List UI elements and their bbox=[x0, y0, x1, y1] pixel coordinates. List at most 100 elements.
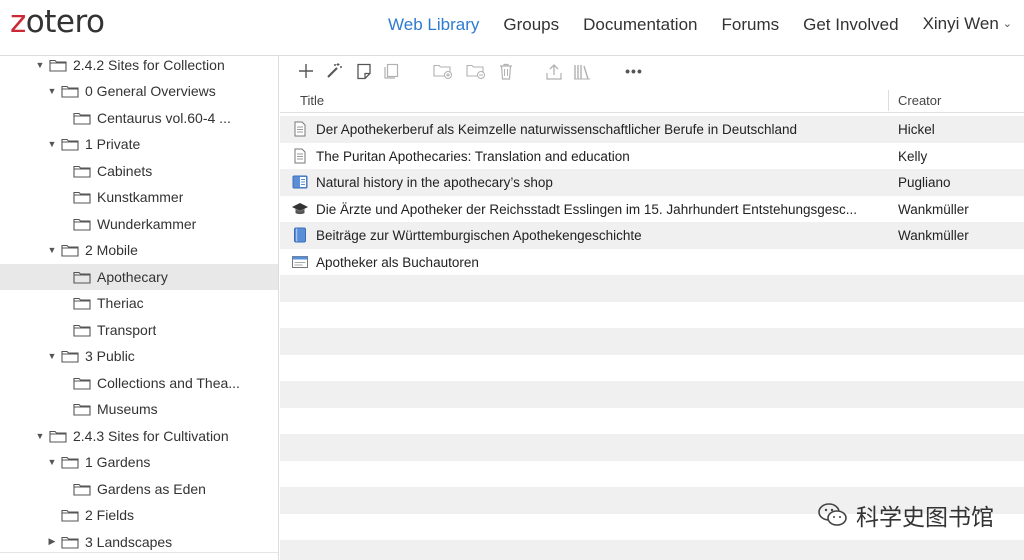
nav-get-involved[interactable]: Get Involved bbox=[803, 15, 898, 35]
item-row[interactable]: Der Apothekerberuf als Keimzelle naturwi… bbox=[280, 116, 1024, 143]
library-bibliography-icon[interactable] bbox=[572, 62, 592, 80]
tree-item-label: Cabinets bbox=[97, 162, 153, 179]
folder-icon bbox=[73, 165, 91, 178]
sidebar-horizontal-scrollbar[interactable] bbox=[0, 552, 278, 560]
folder-icon bbox=[73, 192, 91, 204]
empty-row bbox=[280, 328, 1024, 355]
folder-icon bbox=[73, 112, 91, 125]
add-by-identifier-wand-icon[interactable] bbox=[324, 62, 344, 80]
user-menu[interactable]: Xinyi Wen ⌄ bbox=[923, 14, 1012, 36]
item-row[interactable]: The Puritan Apothecaries: Translation an… bbox=[280, 143, 1024, 170]
tree-item[interactable]: ▼Museums bbox=[0, 396, 278, 423]
tree-item[interactable]: ▼ 2.4.3 Sites for Cultivation bbox=[0, 423, 278, 450]
column-header: Title Creator bbox=[280, 88, 1024, 113]
chevron-down-icon[interactable]: ▼ bbox=[46, 351, 58, 361]
item-row[interactable]: Die Ärzte und Apotheker der Reichsstadt … bbox=[280, 196, 1024, 223]
nav-documentation[interactable]: Documentation bbox=[583, 15, 697, 35]
wechat-watermark: 科学史图书馆 bbox=[818, 498, 994, 532]
column-creator[interactable]: Creator bbox=[898, 93, 941, 108]
duplicate-item-icon[interactable] bbox=[381, 62, 401, 80]
book-icon bbox=[292, 227, 308, 243]
tree-item[interactable]: ▼2 Fields bbox=[0, 502, 278, 529]
tree-item[interactable]: ▼Gardens as Eden bbox=[0, 476, 278, 503]
more-options-icon[interactable]: ••• bbox=[624, 62, 644, 80]
tree-item[interactable]: ▼ 0 General Overviews bbox=[0, 78, 278, 105]
tree-item[interactable]: ▼ 2 Mobile bbox=[0, 237, 278, 264]
tree-item[interactable]: ▼ 3 Public bbox=[0, 343, 278, 370]
watermark-text: 科学史图书馆 bbox=[856, 505, 994, 531]
tree-item[interactable]: ▼Theriac bbox=[0, 290, 278, 317]
header: zotero Web Library Groups Documentation … bbox=[0, 0, 1024, 56]
folder-icon bbox=[73, 324, 91, 337]
folder-icon bbox=[73, 483, 91, 496]
collection-tree: ▼ 2.4.2 Sites for Collection ▼ 0 General Ov… bbox=[0, 56, 279, 560]
tree-item-label: 1 Gardens bbox=[85, 454, 151, 471]
tree-item-label: Apothecary bbox=[97, 268, 168, 285]
tree-item[interactable]: ▼Transport bbox=[0, 317, 278, 344]
tree-item[interactable]: ▼ 1 Private bbox=[0, 131, 278, 158]
document-icon bbox=[292, 121, 308, 137]
new-item-plus-icon[interactable] bbox=[296, 62, 316, 80]
empty-row bbox=[280, 408, 1024, 435]
chevron-down-icon[interactable]: ▼ bbox=[46, 245, 58, 255]
chevron-down-icon[interactable]: ▼ bbox=[46, 457, 58, 467]
tree-item[interactable]: ▼ 1 Gardens bbox=[0, 449, 278, 476]
export-icon[interactable] bbox=[544, 62, 564, 80]
chevron-down-icon[interactable]: ▼ bbox=[46, 86, 58, 96]
new-note-icon[interactable] bbox=[354, 62, 374, 80]
folder-icon bbox=[61, 536, 79, 549]
folder-icon bbox=[73, 377, 91, 390]
tree-item[interactable]: ▼ 2.4.2 Sites for Collection bbox=[0, 56, 278, 78]
item-row[interactable]: Apotheker als Buchautoren bbox=[280, 249, 1024, 276]
remove-from-collection-icon[interactable] bbox=[466, 62, 486, 80]
empty-row bbox=[280, 540, 1024, 560]
chevron-down-icon[interactable]: ▼ bbox=[46, 139, 58, 149]
folder-icon bbox=[61, 510, 79, 522]
document-icon bbox=[292, 148, 308, 164]
empty-row bbox=[280, 275, 1024, 302]
folder-icon bbox=[61, 86, 79, 98]
nav-forums[interactable]: Forums bbox=[721, 15, 779, 35]
item-title: Natural history in the apothecary’s shop bbox=[316, 175, 553, 190]
trash-icon[interactable] bbox=[496, 62, 516, 80]
tree-item-label: 0 General Overviews bbox=[85, 83, 216, 100]
tree-item-label: 2.4.2 Sites for Collection bbox=[73, 56, 225, 73]
logo-rest: otero bbox=[25, 4, 105, 40]
chevron-down-icon[interactable]: ▼ bbox=[34, 431, 46, 441]
chevron-right-icon[interactable]: ▶ bbox=[46, 536, 58, 547]
graduation-cap-icon bbox=[292, 201, 308, 217]
folder-icon bbox=[49, 430, 67, 443]
folder-icon bbox=[61, 245, 79, 257]
tree-item[interactable]: ▼Cabinets bbox=[0, 158, 278, 185]
zotero-logo[interactable]: zotero bbox=[10, 4, 105, 40]
tree-item-label: 3 Landscapes bbox=[85, 533, 173, 550]
column-title[interactable]: Title bbox=[300, 93, 324, 108]
items-pane: ••• Title Creator Der Apothekerberuf als… bbox=[280, 56, 1024, 560]
item-title: Apotheker als Buchautoren bbox=[316, 254, 479, 270]
chevron-down-icon[interactable]: ▼ bbox=[34, 60, 46, 70]
tree-item[interactable]: ▼Apothecary bbox=[0, 263, 278, 290]
item-title: The Puritan Apothecaries: Translation an… bbox=[316, 148, 630, 164]
folder-icon bbox=[73, 298, 91, 310]
item-title: Die Ärzte und Apotheker der Reichsstadt … bbox=[316, 201, 858, 217]
user-name: Xinyi Wen bbox=[922, 14, 999, 33]
tree-item[interactable]: ▼Kunstkammer bbox=[0, 184, 278, 211]
tree-item-label: 3 Public bbox=[85, 348, 135, 365]
empty-row bbox=[280, 302, 1024, 329]
item-row[interactable]: Beiträge zur Württemburgischen Apotheken… bbox=[280, 222, 1024, 249]
tree-item-label: 2 Fields bbox=[85, 507, 135, 524]
tree-item[interactable]: ▼Wunderkammer bbox=[0, 211, 278, 238]
add-to-collection-icon[interactable] bbox=[433, 62, 453, 80]
nav-groups[interactable]: Groups bbox=[503, 15, 559, 35]
chevron-down-icon: ⌄ bbox=[1002, 18, 1012, 30]
empty-row bbox=[280, 461, 1024, 488]
folder-icon bbox=[61, 351, 79, 363]
column-resize-handle[interactable] bbox=[888, 90, 889, 111]
nav-web-library[interactable]: Web Library bbox=[388, 15, 479, 35]
tree-item[interactable]: ▼Collections and Thea... bbox=[0, 370, 278, 397]
item-row[interactable]: Natural history in the apothecary’s shop… bbox=[280, 169, 1024, 196]
main-nav: Web Library Groups Documentation Forums … bbox=[364, 14, 1012, 36]
tree-item[interactable]: ▼Centaurus vol.60-4 ... bbox=[0, 105, 278, 132]
folder-icon bbox=[61, 139, 79, 151]
folder-icon bbox=[49, 59, 67, 72]
